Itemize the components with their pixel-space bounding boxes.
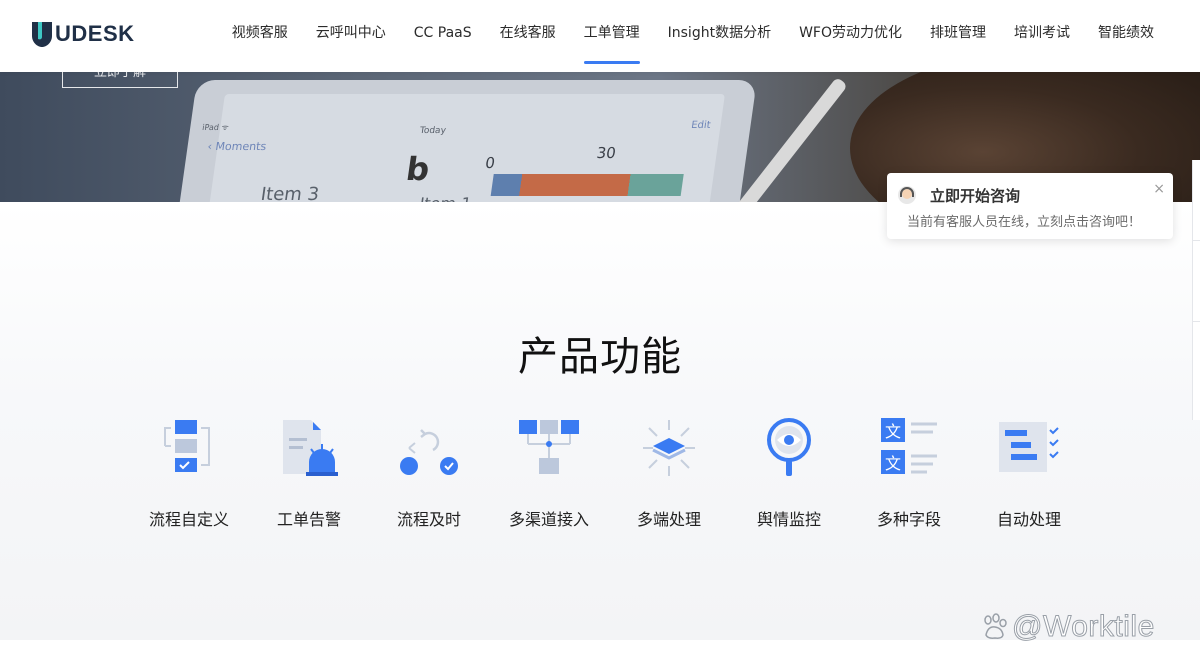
section-title: 产品功能 xyxy=(518,334,682,380)
tablet-status-text: iPad ᯤ xyxy=(201,123,230,132)
auto-process-icon xyxy=(999,422,1059,472)
public-opinion-icon xyxy=(767,418,811,476)
tablet-back-link: ‹ Moments xyxy=(206,140,268,153)
nav-item-video-service[interactable]: 视频客服 xyxy=(232,0,288,72)
hero-learn-more-button[interactable]: 立即了解 xyxy=(62,72,178,88)
chat-title: 立即开始咨询 xyxy=(930,187,1021,205)
nav-item-cloud-call-center[interactable]: 云呼叫中心 xyxy=(316,0,386,72)
udesk-logo[interactable]: UDESK xyxy=(32,21,135,47)
nav-item-insight-analytics[interactable]: Insight数据分析 xyxy=(668,0,771,72)
feature-label: 多端处理 xyxy=(636,510,701,529)
watermark-text: @Worktile xyxy=(1012,610,1155,644)
main-nav: 视频客服 云呼叫中心 CC PaaS 在线客服 工单管理 Insight数据分析… xyxy=(204,0,1154,72)
tablet-edit-text: Edit xyxy=(690,120,712,131)
footer-strip xyxy=(0,640,1200,668)
tablet-item3-text: Item 3 xyxy=(259,184,321,202)
product-features-section: 产品功能 流程自定义 工单告警 流程及时 多渠道接入 多端处理 舆情监控 文 文… xyxy=(0,202,1200,640)
nav-item-cc-paas[interactable]: CC PaaS xyxy=(414,0,472,72)
feature-label: 流程及时 xyxy=(396,510,461,529)
nav-item-training-exam[interactable]: 培训考试 xyxy=(1014,0,1070,72)
feature-label: 多渠道接入 xyxy=(508,510,589,529)
feature-label: 自动处理 xyxy=(996,510,1061,529)
nav-item-ticket-management[interactable]: 工单管理 xyxy=(583,0,640,72)
flow-custom-icon xyxy=(164,420,210,472)
nav-item-wfo[interactable]: WFO劳动力优化 xyxy=(799,0,902,72)
feature-auto-process[interactable]: 自动处理 xyxy=(969,416,1089,530)
svg-text:文: 文 xyxy=(885,454,901,473)
feature-multi-field[interactable]: 文 文 多种字段 xyxy=(849,416,969,530)
ticket-alarm-icon xyxy=(283,420,338,476)
feature-ticket-alarm[interactable]: 工单告警 xyxy=(249,416,369,530)
feature-label: 流程自定义 xyxy=(148,510,229,529)
feature-label: 舆情监控 xyxy=(756,510,821,529)
multi-device-icon xyxy=(643,420,695,476)
chat-close-icon[interactable]: × xyxy=(1153,181,1165,197)
tablet-color-bar xyxy=(490,174,684,196)
right-floating-sidebar[interactable] xyxy=(1192,160,1200,420)
feature-flow-timely[interactable]: 流程及时 xyxy=(369,416,489,530)
feature-public-opinion[interactable]: 舆情监控 xyxy=(729,416,849,530)
feature-flow-custom[interactable]: 流程自定义 xyxy=(129,416,249,530)
agent-avatar-icon xyxy=(898,186,916,204)
chat-message: 当前有客服人员在线，立刻点击咨询吧！ xyxy=(907,215,1142,230)
top-navbar: UDESK 视频客服 云呼叫中心 CC PaaS 在线客服 工单管理 Insig… xyxy=(0,0,1200,72)
tablet-item1-text: Item 1 xyxy=(418,194,472,202)
multichannel-icon xyxy=(519,420,579,474)
udesk-logo-mark-icon xyxy=(32,21,52,47)
feature-multi-device[interactable]: 多端处理 xyxy=(609,416,729,530)
tablet-today-text: Today xyxy=(419,126,447,136)
chat-consult-popup[interactable]: 立即开始咨询 当前有客服人员在线，立刻点击咨询吧！ × xyxy=(887,173,1173,239)
baidu-paw-icon xyxy=(984,613,1007,639)
feature-multichannel[interactable]: 多渠道接入 xyxy=(489,416,609,530)
multi-field-icon: 文 文 xyxy=(881,418,937,474)
hero-tablet-image: iPad ᯤ ‹ Moments Today b Item 3 Item 1 0… xyxy=(173,80,757,202)
nav-item-smart-performance[interactable]: 智能绩效 xyxy=(1098,0,1154,72)
worktile-watermark: @Worktile xyxy=(980,610,1155,644)
logo-text: UDESK xyxy=(55,21,135,46)
nav-item-online-service[interactable]: 在线客服 xyxy=(500,0,556,72)
nav-item-scheduling[interactable]: 排班管理 xyxy=(930,0,986,72)
svg-text:文: 文 xyxy=(885,422,901,441)
flow-timely-icon xyxy=(400,429,458,475)
feature-label: 工单告警 xyxy=(276,510,341,529)
tablet-axis-30: 30 xyxy=(595,144,618,162)
feature-label: 多种字段 xyxy=(876,510,941,529)
